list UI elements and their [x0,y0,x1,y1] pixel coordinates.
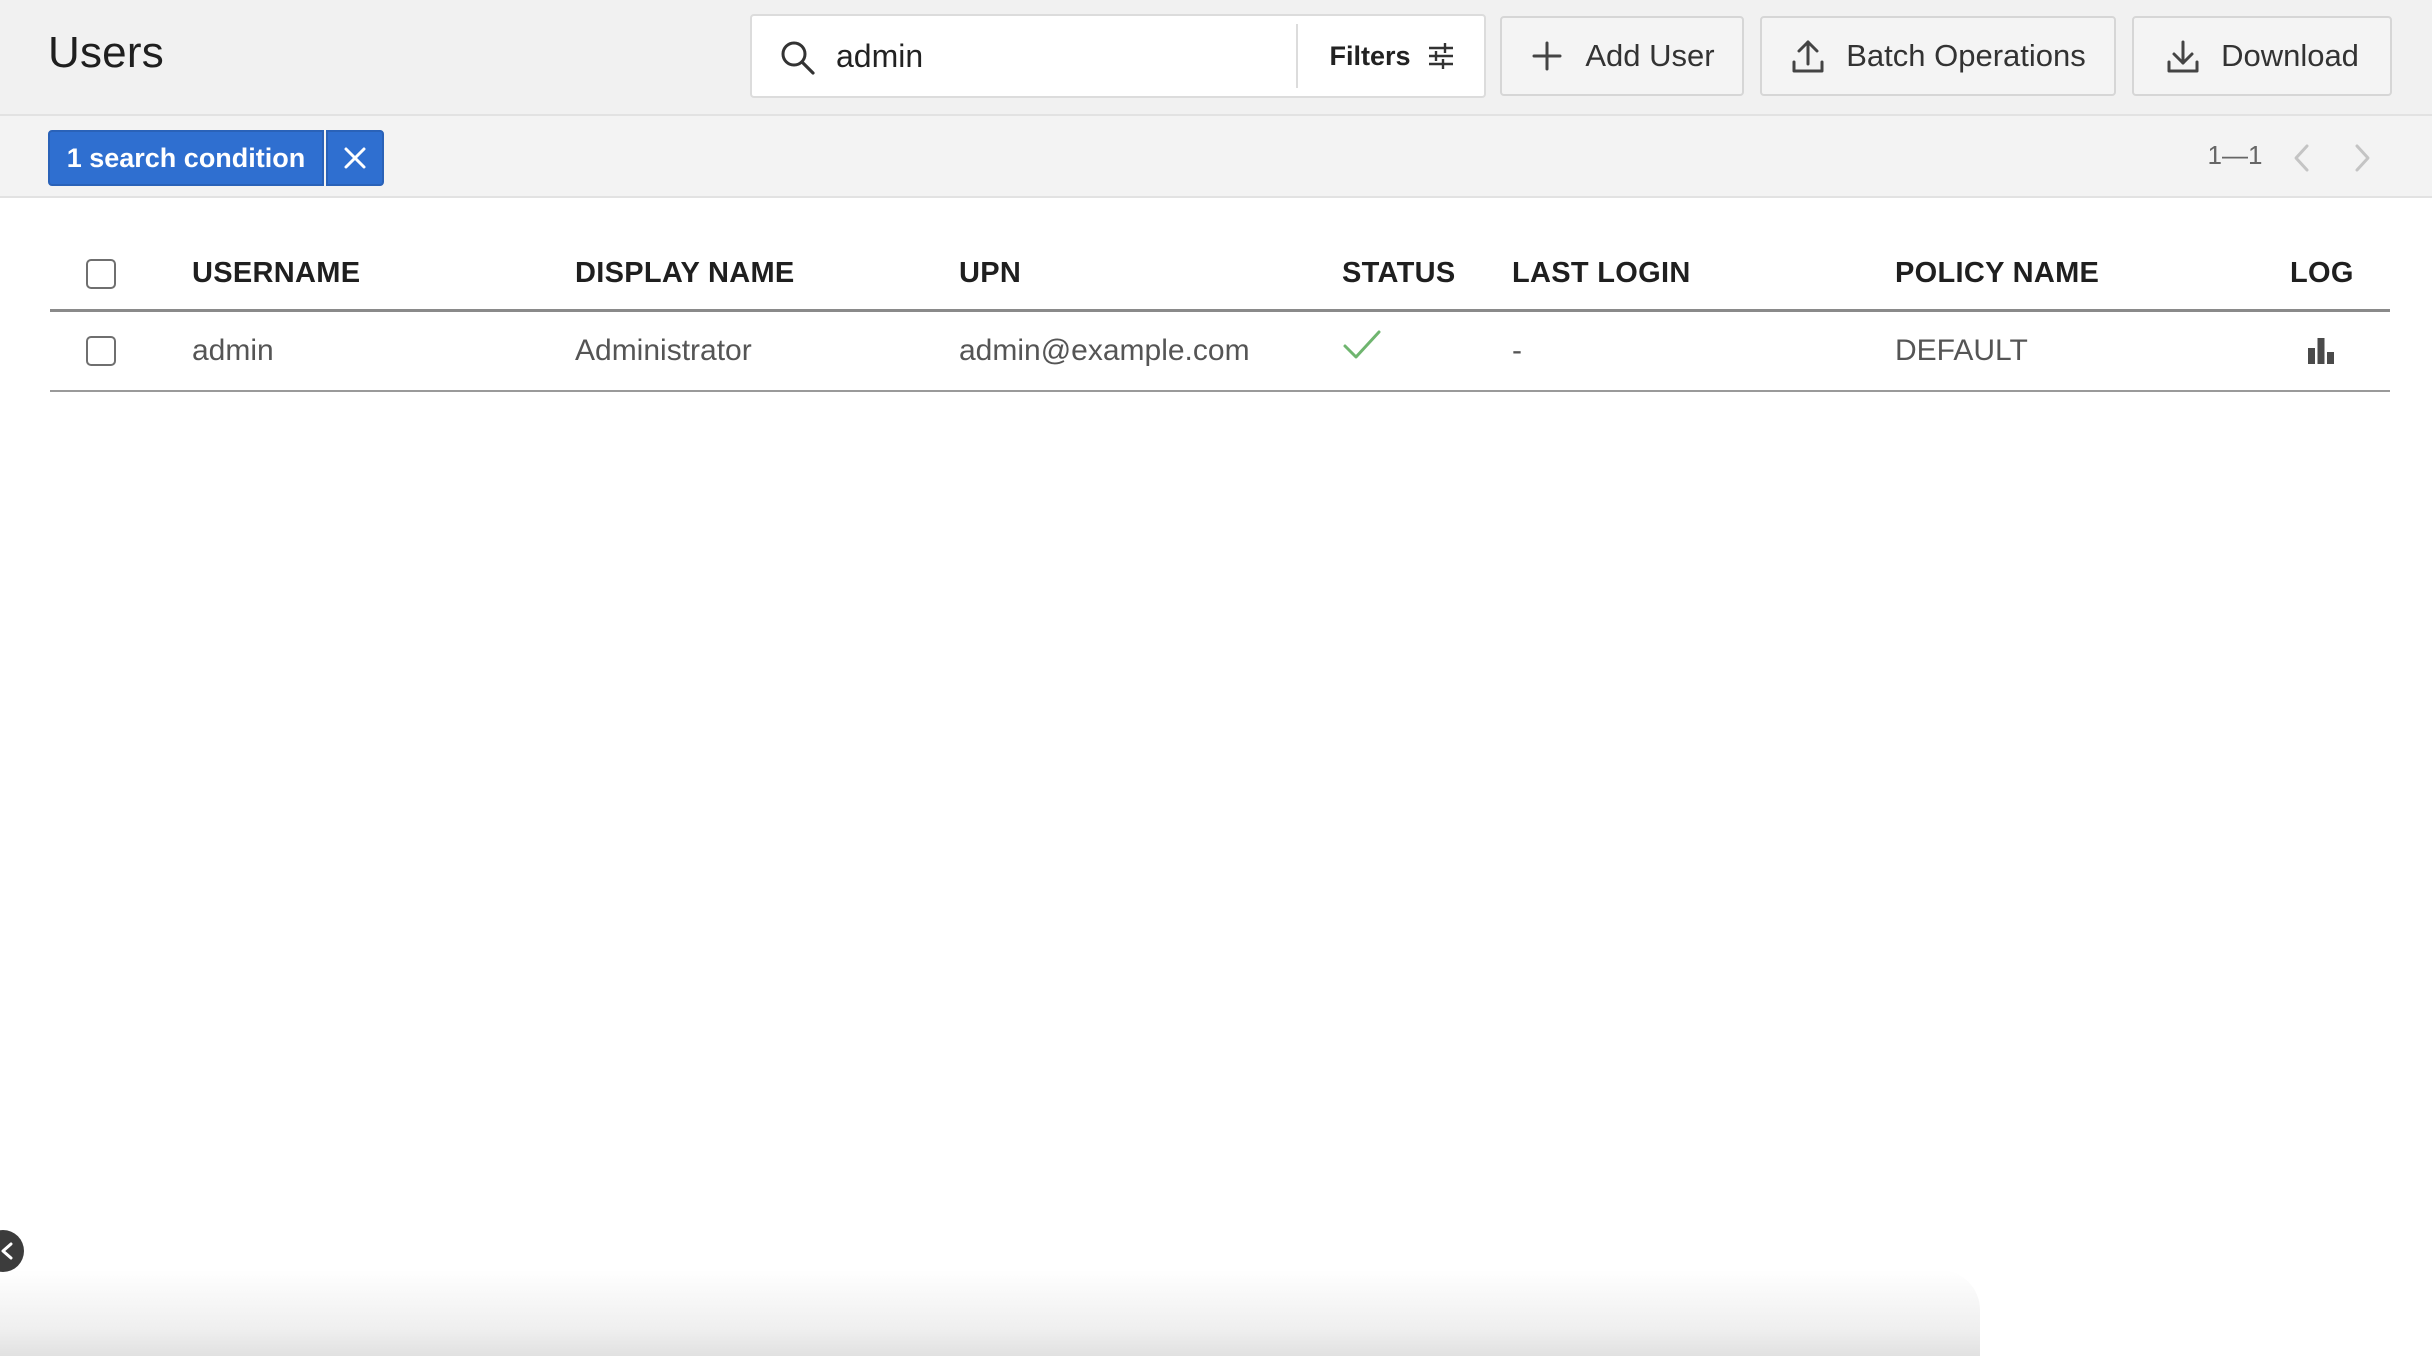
cell-policy-name: DEFAULT [1895,334,2028,367]
page-title: Users [48,28,164,77]
download-label: Download [2221,38,2359,73]
close-icon [344,147,366,169]
column-header-policy-name[interactable]: POLICY NAME [1895,238,2099,309]
next-page-button[interactable] [2342,138,2382,178]
chevron-left-icon [2294,144,2309,172]
page-header: Users Filters Add User [0,0,2432,116]
search-icon [781,41,815,75]
column-header-username[interactable]: USERNAME [192,238,360,309]
add-user-button[interactable]: Add User [1500,16,1744,96]
search-divider [1296,24,1298,88]
column-header-status[interactable]: STATUS [1342,238,1456,309]
bar-chart-icon[interactable] [2306,336,2336,366]
search-input[interactable] [836,30,1266,82]
cell-display-name: Administrator [575,334,752,367]
column-header-display-name[interactable]: DISPLAY NAME [575,238,795,309]
collapse-panel-button[interactable] [0,1230,24,1272]
select-all-checkbox[interactable] [86,258,116,289]
cell-upn: admin@example.com [959,334,1250,367]
download-button[interactable]: Download [2132,16,2392,96]
filters-label: Filters [1329,40,1411,71]
table-header-row: USERNAME DISPLAY NAME UPN STATUS LAST LO… [50,238,2390,312]
search-conditions-bar: 1 search condition 1—1 [0,116,2432,198]
search-box[interactable]: Filters [750,14,1486,98]
clear-search-condition-button[interactable] [326,130,384,186]
chevron-right-icon [2355,144,2370,172]
pagination-range: 1—1 [2207,140,2263,170]
batch-operations-label: Batch Operations [1846,38,2086,73]
chevron-left-icon [1,1242,13,1260]
checkmark-icon [1343,330,1381,359]
search-condition-button[interactable]: 1 search condition [48,130,324,186]
add-user-label: Add User [1585,38,1715,73]
column-header-last-login[interactable]: LAST LOGIN [1512,238,1691,309]
cell-status [1342,312,1382,390]
previous-page-button[interactable] [2282,138,2322,178]
plus-icon [1532,41,1562,71]
batch-operations-button[interactable]: Batch Operations [1760,16,2116,96]
users-table: USERNAME DISPLAY NAME UPN STATUS LAST LO… [50,238,2390,392]
cell-username[interactable]: admin [192,312,274,390]
download-icon [2167,40,2199,73]
filters-button[interactable]: Filters [1304,22,1480,90]
row-select-cell [86,312,116,390]
table-row[interactable]: admin Administrator admin@example.com - … [50,312,2390,392]
cell-last-login: - [1512,334,1522,367]
bottom-panel-shadow [0,1270,1980,1356]
cell-log [2290,312,2336,390]
row-checkbox[interactable] [86,336,116,366]
upload-icon [1792,40,1824,73]
column-header-log: LOG [2290,257,2354,289]
select-all-cell [86,238,116,309]
sliders-icon [1428,43,1453,69]
column-header-upn[interactable]: UPN [959,238,1021,309]
search-condition-chip: 1 search condition [48,130,384,186]
